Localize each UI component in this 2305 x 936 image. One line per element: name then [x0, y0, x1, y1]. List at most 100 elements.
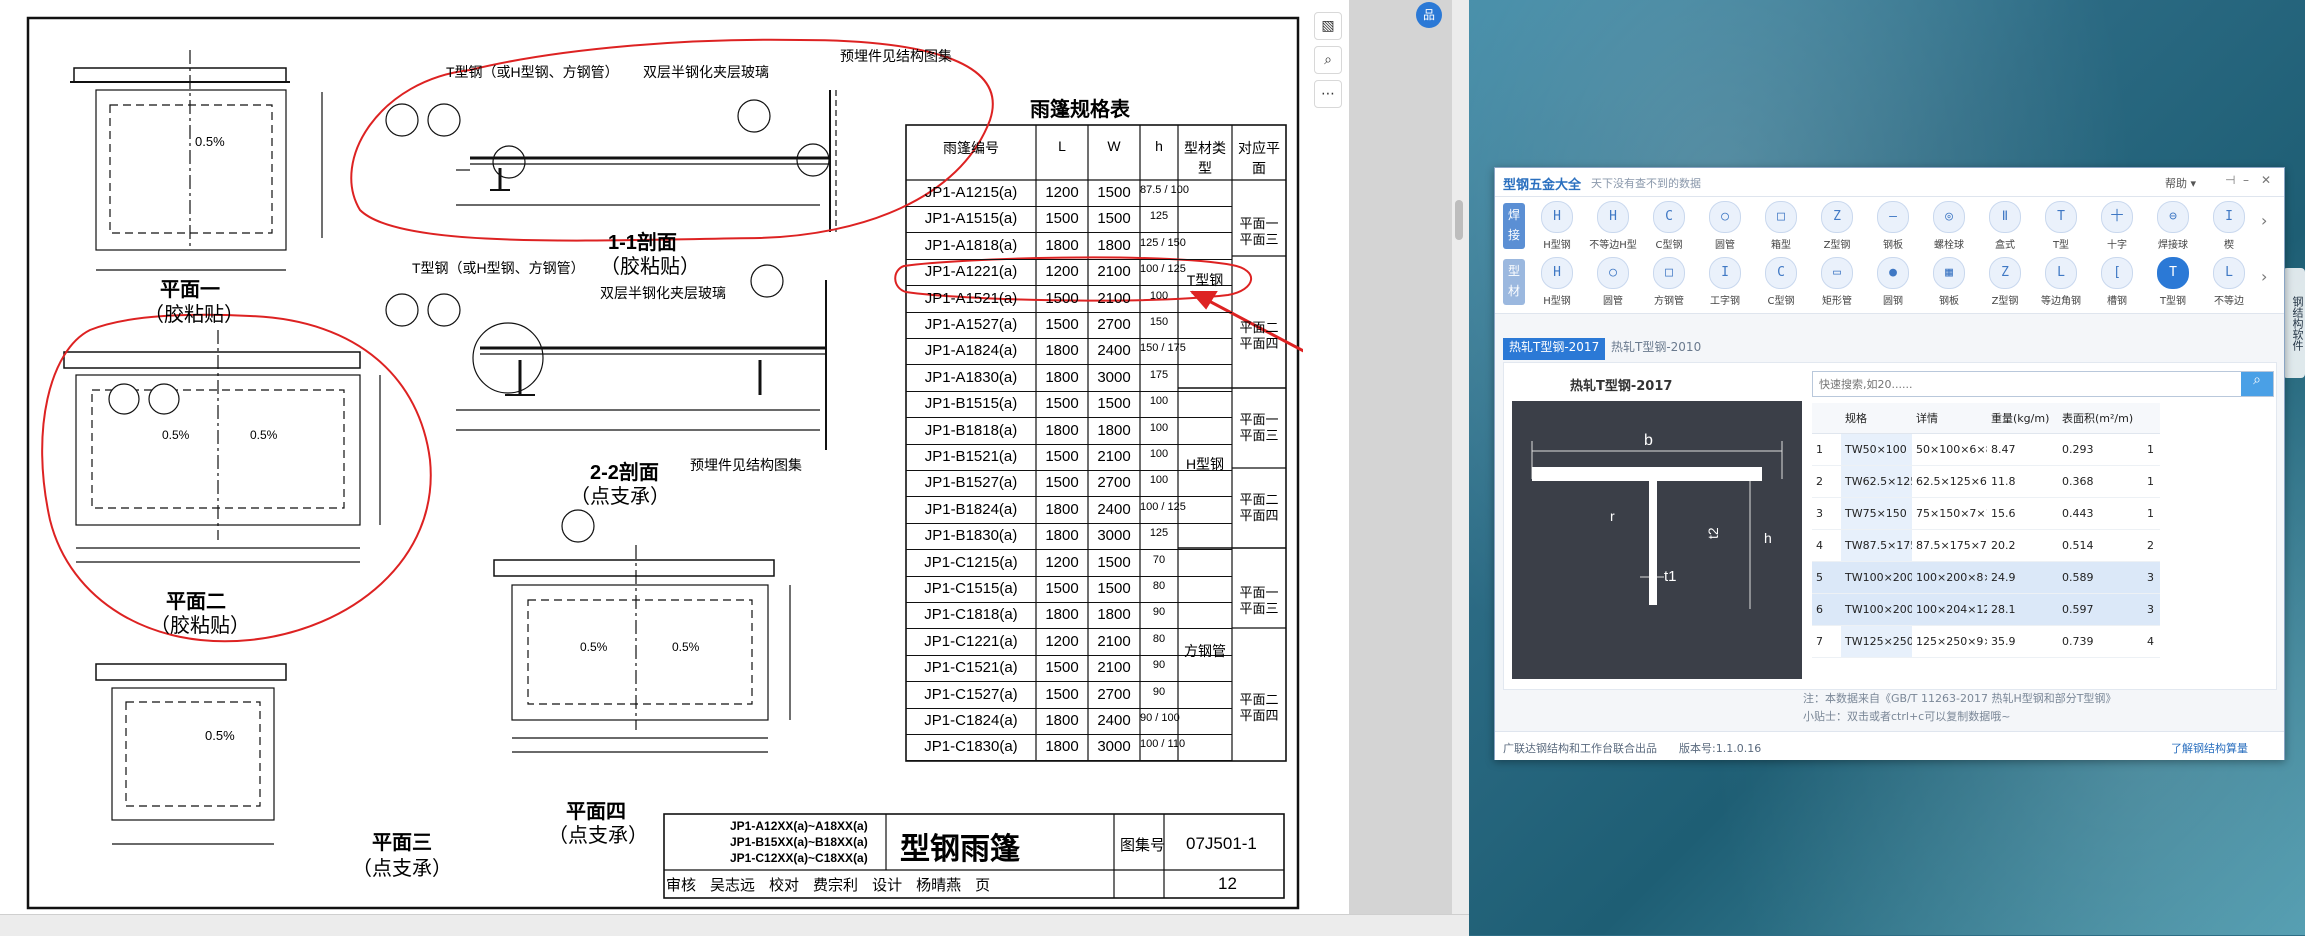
tab-profiles[interactable]: 型材 [1503, 259, 1525, 305]
shape-tool-6[interactable]: ▭ 矩形管 [1811, 257, 1863, 307]
shape-tool-1[interactable]: H H型钢 [1531, 201, 1583, 251]
shape-label: 不等边H型 [1589, 240, 1637, 251]
shape-tool-10[interactable]: L 等边角钢 [2035, 257, 2087, 307]
zoom-icon[interactable]: ⌕ [1314, 46, 1342, 74]
help-label: 帮助 [2165, 177, 2187, 190]
table-row[interactable]: 5TW100×200100×200×8×1224.90.5893 [1812, 561, 2160, 594]
shape-tool-3[interactable]: □ 方钢管 [1643, 257, 1695, 307]
shape-tool-5[interactable]: □ 箱型 [1755, 201, 1807, 251]
table-row[interactable]: 7TW125×250125×250×9×1435.90.7394 [1812, 625, 2160, 658]
spec-cell: 100 / 110 [1140, 738, 1186, 751]
horizontal-scrollbar[interactable] [0, 914, 1469, 936]
scrollbar-thumb[interactable] [1455, 200, 1463, 240]
search-input[interactable] [1813, 372, 2241, 396]
close-icon[interactable]: ✕ [2261, 173, 2271, 187]
dim-t1: t1 [1664, 568, 1677, 585]
spec-cell: 1500 [1045, 474, 1079, 492]
shape-tool-11[interactable]: [槽钢 [2091, 257, 2143, 307]
shape-label: 槽钢 [2107, 296, 2127, 307]
shape-tool-1[interactable]: H H型钢 [1531, 257, 1583, 307]
shape-tool-8[interactable]: ▦ 钢板 [1923, 257, 1975, 307]
table-cell: 8.47 [1987, 433, 2058, 466]
shape-icon: ◎ [1933, 201, 1965, 233]
shape-label: 方钢管 [1654, 296, 1684, 307]
shape-tool-5[interactable]: C C型钢 [1755, 257, 1807, 307]
tab-welded[interactable]: 焊接 [1503, 203, 1525, 249]
table-cell: 4 [2143, 625, 2160, 658]
shape-tool-7[interactable]: ● 圆钢 [1867, 257, 1919, 307]
spec-cell: 1800 [1097, 236, 1131, 254]
spec-cell: JP1-C1515(a) [924, 580, 1018, 597]
shape-label: H型钢 [1543, 240, 1571, 251]
table-cell: 5 [1812, 561, 1841, 594]
table-row[interactable]: 6TW100×200100×204×12...28.10.5973 [1812, 593, 2160, 626]
shape-icon: H [1541, 201, 1573, 233]
app-badge-icon[interactable]: 品 [1416, 2, 1442, 28]
drawing-page: T型钢（或H型钢、方钢管） 双层半钢化夹层玻璃 预埋件见结构图集 1-1剖面 （… [0, 0, 1743, 914]
shape-tool-7[interactable]: — 钢板 [1867, 201, 1919, 251]
shape-tool-13[interactable]: I楔 [2203, 201, 2255, 251]
shape-tool-12[interactable]: T T型钢 [2147, 257, 2199, 307]
shape-icon: C [1653, 201, 1685, 233]
spec-name: TW87.5×175 [1841, 529, 1912, 562]
shape-tool-2[interactable]: ○ 圆管 [1587, 257, 1639, 307]
footer-version: 版本号:1.1.0.16 [1679, 742, 1762, 755]
table-row[interactable]: 3TW75×15075×150×7×1015.60.4431 [1812, 497, 2160, 530]
signoff-cell: 杨晴燕 [916, 876, 962, 894]
desktop-shortcut[interactable]: 钢结构软件 [2283, 268, 2305, 378]
viewer-side-toolbar [1303, 0, 1349, 914]
shape-tool-4[interactable]: I 工字钢 [1699, 257, 1751, 307]
spec-cell: 1500 [1045, 659, 1079, 677]
spec-name: TW50×100 [1841, 433, 1912, 466]
plane-ref: 平面二 平面四 [1239, 691, 1279, 723]
table-row[interactable]: 2TW62.5×12562.5×125×6.5...11.80.3681 [1812, 465, 2160, 498]
shape-tool-2[interactable]: H 不等边H型 [1587, 201, 1639, 251]
minimize-icon[interactable]: – [2243, 173, 2249, 187]
spec-cell: 1500 [1097, 580, 1131, 597]
spec-row-line [906, 628, 1232, 630]
spec-cell: 1200 [1045, 553, 1079, 571]
shape-tool-6[interactable]: Z Z型钢 [1811, 201, 1863, 251]
shape-tool-4[interactable]: ○ 圆管 [1699, 201, 1751, 251]
spec-cell: 2400 [1097, 500, 1131, 518]
tab-2010[interactable]: 热轧T型钢-2010 [1605, 338, 1707, 360]
help-menu[interactable]: 帮助 ▾ [2165, 175, 2196, 191]
shape-label: T型钢 [2159, 296, 2187, 307]
edit-image-icon[interactable]: ▧ [1314, 12, 1342, 40]
pin-icon[interactable]: ⊣ [2225, 173, 2235, 187]
col-header: 表面积(m²/m) [2058, 403, 2143, 434]
section-1-subtitle: （胶粘贴） [600, 256, 700, 278]
shape-icon: ○ [1709, 201, 1741, 233]
table-cell: 62.5×125×6.5... [1912, 465, 1987, 498]
shape-label: C型钢 [1767, 296, 1795, 307]
chevron-right-icon[interactable]: › [2261, 211, 2267, 230]
material-type: T型钢 [1186, 272, 1224, 288]
shape-tool-3[interactable]: C C型钢 [1643, 201, 1695, 251]
more-icon[interactable]: ⋯ [1314, 80, 1342, 108]
chevron-right-icon[interactable]: › [2261, 267, 2267, 286]
shape-tool-10[interactable]: T T型 [2035, 201, 2087, 251]
tsteel-label-1: T型钢（或H型钢、方钢管） [446, 64, 619, 80]
shape-tool-11[interactable]: 十十字 [2091, 201, 2143, 251]
data-source-note: 注：本数据来自《GB/T 11263-2017 热轧H型钢和部分T型钢》 [1803, 692, 2117, 705]
embed-label-2: 预埋件见结构图集 [690, 457, 802, 473]
plane-ref: 平面二 平面四 [1239, 492, 1279, 523]
footer-link[interactable]: 了解钢结构算量 [2171, 740, 2248, 756]
shape-tool-9[interactable]: Z Z型钢 [1979, 257, 2031, 307]
search-icon[interactable]: ⌕ [2241, 372, 2273, 396]
spec-header-cell: h [1155, 138, 1163, 154]
shape-tool-9[interactable]: Ⅱ 盒式 [1979, 201, 2031, 251]
table-row[interactable]: 1 TW50×100 50×100×6×8 8.47 0.293 1 [1812, 433, 2160, 466]
shape-icon: L [2045, 257, 2077, 289]
page-number: 12 [1218, 874, 1237, 893]
vertical-scrollbar[interactable] [1452, 0, 1469, 914]
table-row[interactable]: 4TW87.5×17587.5×175×7.5...20.20.5142 [1812, 529, 2160, 562]
tab-2017[interactable]: 热轧T型钢-2017 [1503, 338, 1606, 360]
shape-label: 箱型 [1771, 240, 1791, 251]
shape-tool-12[interactable]: ⊖ 焊接球 [2147, 201, 2199, 251]
shape-label: 楔 [2224, 240, 2234, 251]
spec-cell: 90 [1152, 606, 1166, 619]
signoff-cell: 校对 [769, 876, 800, 894]
shape-tool-8[interactable]: ◎ 螺栓球 [1923, 201, 1975, 251]
shape-tool-13[interactable]: L 不等边 [2203, 257, 2255, 307]
